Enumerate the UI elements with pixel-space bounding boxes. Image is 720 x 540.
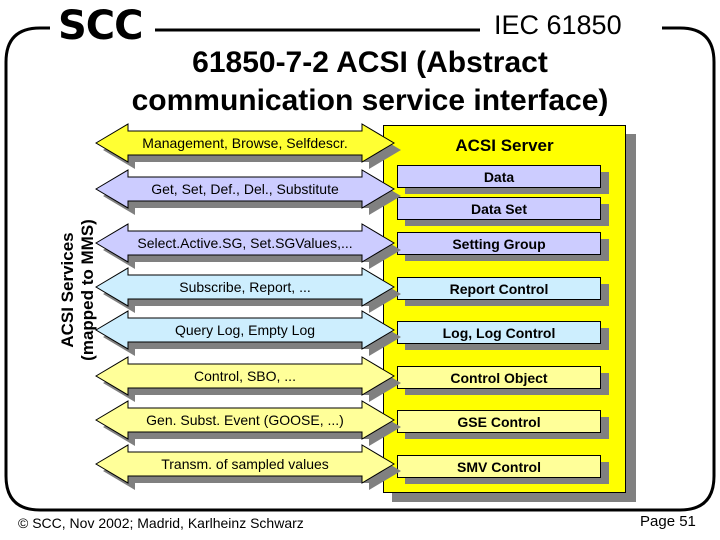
service-arrow-label: Subscribe, Report, ...	[179, 279, 311, 295]
service-arrow-label: Select.Active.SG, Set.SGValues,...	[137, 235, 353, 251]
footer-copyright: © SCC, Nov 2002; Madrid, Karlheinz Schwa…	[18, 515, 304, 531]
service-arrow-label: Gen. Subst. Event (GOOSE, ...)	[146, 412, 344, 428]
service-arrow-label: Query Log, Empty Log	[174, 322, 316, 338]
service-arrow-label: Control, SBO, ...	[194, 368, 296, 384]
page-number: Page 51	[640, 513, 696, 530]
service-arrow-label: Management, Browse, Selfdescr.	[142, 135, 348, 151]
service-arrow-label: Get, Set, Def., Del., Substitute	[151, 181, 339, 197]
service-arrow-label: Transm. of sampled values	[161, 456, 329, 472]
